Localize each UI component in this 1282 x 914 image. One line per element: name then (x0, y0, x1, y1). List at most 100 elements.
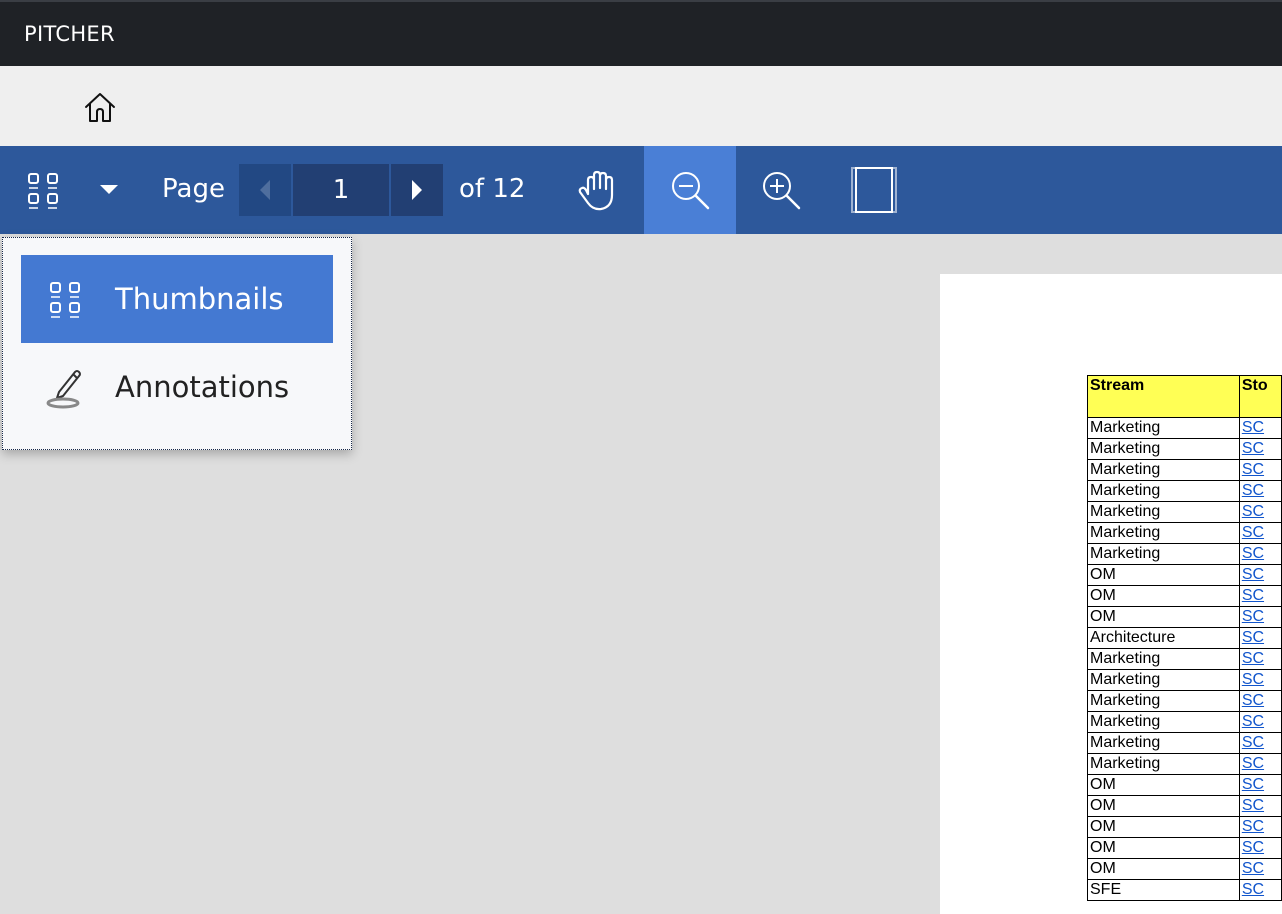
hand-pan-icon (578, 170, 614, 211)
story-cell: SC (1238, 585, 1282, 607)
story-link[interactable]: SC (1242, 545, 1264, 562)
story-link[interactable]: SC (1242, 671, 1264, 688)
story-cell: SC (1238, 879, 1282, 901)
story-link[interactable]: SC (1242, 839, 1264, 856)
table-header-row: Stream Sto (1087, 375, 1282, 418)
story-link[interactable]: SC (1242, 734, 1264, 751)
stream-cell: Marketing (1087, 480, 1240, 502)
story-link[interactable]: SC (1242, 503, 1264, 520)
story-link[interactable]: SC (1242, 755, 1264, 772)
table-row: Marketing SC (1087, 522, 1282, 544)
stream-cell: OM (1087, 816, 1240, 838)
home-icon (85, 93, 115, 122)
story-cell: SC (1238, 606, 1282, 628)
story-link[interactable]: SC (1242, 797, 1264, 814)
table-row: OM SC (1087, 837, 1282, 859)
story-link[interactable]: SC (1242, 587, 1264, 604)
zoom-out-icon (672, 172, 710, 210)
stream-cell: OM (1087, 795, 1240, 817)
app-title: PITCHER (24, 22, 115, 46)
story-cell: SC (1238, 732, 1282, 754)
page-label: Page (162, 174, 225, 204)
story-link[interactable]: SC (1242, 461, 1264, 478)
table-row: Marketing SC (1087, 543, 1282, 565)
thumbnails-toggle-button[interactable] (14, 146, 74, 234)
story-cell: SC (1238, 522, 1282, 544)
zoom-in-icon (763, 172, 801, 210)
home-button[interactable] (80, 88, 120, 128)
story-link[interactable]: SC (1242, 566, 1264, 583)
column-header-stream: Stream (1087, 375, 1240, 418)
fit-page-icon (851, 167, 897, 213)
triangle-right-icon (412, 180, 422, 200)
panel-menu-popup: Thumbnails Annotations (2, 237, 352, 450)
stream-cell: Marketing (1087, 648, 1240, 670)
story-cell: SC (1238, 627, 1282, 649)
stream-cell: Marketing (1087, 459, 1240, 481)
table-row: OM SC (1087, 858, 1282, 880)
stream-cell: Marketing (1087, 732, 1240, 754)
stream-cell: OM (1087, 585, 1240, 607)
story-link[interactable]: SC (1242, 776, 1264, 793)
stream-cell: OM (1087, 564, 1240, 586)
story-link[interactable]: SC (1242, 692, 1264, 709)
story-link[interactable]: SC (1242, 482, 1264, 499)
story-link[interactable]: SC (1242, 650, 1264, 667)
stream-cell: Marketing (1087, 690, 1240, 712)
stream-cell: SFE (1087, 879, 1240, 901)
table-row: Marketing SC (1087, 669, 1282, 691)
page-number-input[interactable] (293, 164, 389, 216)
stream-cell: Marketing (1087, 438, 1240, 460)
table-row: Marketing SC (1087, 711, 1282, 733)
stream-cell: OM (1087, 774, 1240, 796)
menu-item-annotations[interactable]: Annotations (21, 343, 333, 431)
stream-cell: Marketing (1087, 522, 1240, 544)
story-cell: SC (1238, 564, 1282, 586)
stream-cell: OM (1087, 858, 1240, 880)
story-cell: SC (1238, 753, 1282, 775)
story-link[interactable]: SC (1242, 524, 1264, 541)
story-cell: SC (1238, 459, 1282, 481)
table-row: Marketing SC (1087, 417, 1282, 439)
story-cell: SC (1238, 795, 1282, 817)
stream-cell: OM (1087, 606, 1240, 628)
story-cell: SC (1238, 438, 1282, 460)
story-cell: SC (1238, 837, 1282, 859)
story-cell: SC (1238, 417, 1282, 439)
story-cell: SC (1238, 501, 1282, 523)
story-link[interactable]: SC (1242, 860, 1264, 877)
pen-annotation-icon (43, 364, 89, 410)
zoom-out-button[interactable] (644, 146, 736, 234)
story-link[interactable]: SC (1242, 629, 1264, 646)
page-total-label: of 12 (459, 174, 526, 204)
previous-page-button[interactable] (239, 164, 291, 216)
story-link[interactable]: SC (1242, 419, 1264, 436)
viewer-toolbar: Page of 12 (0, 146, 1282, 234)
story-link[interactable]: SC (1242, 713, 1264, 730)
panel-dropdown-button[interactable] (86, 146, 132, 234)
stream-cell: Marketing (1087, 501, 1240, 523)
table-row: OM SC (1087, 606, 1282, 628)
table-row: Marketing SC (1087, 690, 1282, 712)
zoom-in-button[interactable] (736, 146, 826, 234)
menu-item-thumbnails[interactable]: Thumbnails (21, 255, 333, 343)
stream-cell: Marketing (1087, 417, 1240, 439)
column-header-story: Sto (1238, 375, 1282, 418)
story-link[interactable]: SC (1242, 818, 1264, 835)
story-link[interactable]: SC (1242, 440, 1264, 457)
table-body: Marketing SC Marketing SC Marketing SC Marketi… (1087, 417, 1282, 901)
story-cell: SC (1238, 648, 1282, 670)
stream-cell: Architecture (1087, 627, 1240, 649)
next-page-button[interactable] (391, 164, 443, 216)
document-page: Stream Sto Marketing SC Marketing SC Marketi… (940, 274, 1282, 914)
menu-item-label: Annotations (115, 370, 290, 404)
nav-bar (0, 66, 1282, 146)
table-row: OM SC (1087, 585, 1282, 607)
story-cell: SC (1238, 690, 1282, 712)
fit-page-button[interactable] (840, 146, 908, 234)
story-link[interactable]: SC (1242, 608, 1264, 625)
story-cell: SC (1238, 669, 1282, 691)
table-row: Marketing SC (1087, 438, 1282, 460)
pan-tool-button[interactable] (568, 146, 628, 234)
story-link[interactable]: SC (1242, 881, 1264, 898)
